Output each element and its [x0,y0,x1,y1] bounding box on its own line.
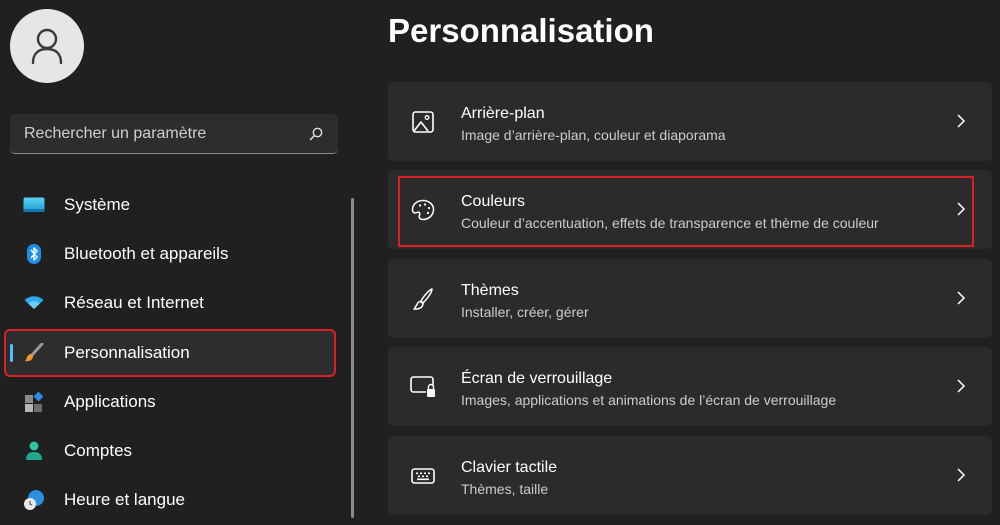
card-subtitle: Image d’arrière-plan, couleur et diapora… [461,127,726,143]
sidebar-item-label: Réseau et Internet [64,293,204,312]
chevron-right-icon [957,379,966,393]
page-title: Personnalisation [388,12,654,49]
card-arriere-plan[interactable]: Arrière-plan Image d’arrière-plan, coule… [388,82,992,161]
card-title: Couleurs [461,193,526,210]
settings-search-box[interactable] [10,114,338,154]
sidebar-item-label: Heure et langue [64,490,185,509]
paintbrush-icon [22,342,46,364]
active-indicator [10,344,13,362]
card-title: Clavier tactile [461,459,558,476]
sidebar-item-comptes[interactable]: Comptes [6,429,334,473]
sidebar-item-label: Applications [64,392,156,411]
card-couleurs[interactable]: Couleurs Couleur d’accentuation, effets … [388,170,992,249]
sidebar-item-label: Bluetooth et appareils [64,244,229,263]
image-icon [410,110,436,134]
bluetooth-icon [22,243,46,265]
search-input[interactable] [24,124,308,143]
chevron-right-icon [957,291,966,305]
chevron-right-icon [957,468,966,482]
card-title: Écran de verrouillage [461,370,613,387]
card-clavier-tactile[interactable]: Clavier tactile Thèmes, taille [388,436,992,515]
card-title: Arrière-plan [461,105,545,122]
card-subtitle: Thèmes, taille [461,481,549,497]
sidebar-item-personnalisation[interactable]: Personnalisation [4,329,336,377]
card-themes[interactable]: Thèmes Installer, créer, gérer [388,259,992,338]
card-title: Thèmes [461,282,519,299]
apps-icon [22,391,46,413]
sidebar-item-heure-langue[interactable]: Heure et langue [6,478,334,522]
sidebar-item-reseau[interactable]: Réseau et Internet [6,281,334,325]
sidebar-item-label: Personnalisation [64,343,190,362]
user-avatar[interactable] [10,9,84,83]
person-icon [31,28,63,65]
card-subtitle: Images, applications et animations de l’… [461,392,837,408]
sidebar-item-label: Comptes [64,441,133,460]
sidebar-item-systeme[interactable]: Système [6,183,334,227]
lock-screen-icon [410,375,436,399]
account-icon [22,440,46,462]
sidebar-item-applications[interactable]: Applications [6,380,334,424]
sidebar-item-label: Système [64,195,131,214]
time-language-icon [22,489,46,511]
system-display-icon [22,194,46,216]
chevron-right-icon [957,202,966,216]
palette-icon [410,198,436,222]
card-subtitle: Installer, créer, gérer [461,304,589,320]
sidebar-scrollbar[interactable] [351,198,354,518]
card-ecran-verrouillage[interactable]: Écran de verrouillage Images, applicatio… [388,347,992,426]
wifi-icon [22,292,46,314]
card-subtitle: Couleur d’accentuation, effets de transp… [461,215,879,231]
sidebar-item-bluetooth[interactable]: Bluetooth et appareils [6,232,334,276]
search-icon[interactable] [308,126,324,142]
chevron-right-icon [957,114,966,128]
keyboard-icon [410,464,436,488]
brush-icon [410,287,436,311]
